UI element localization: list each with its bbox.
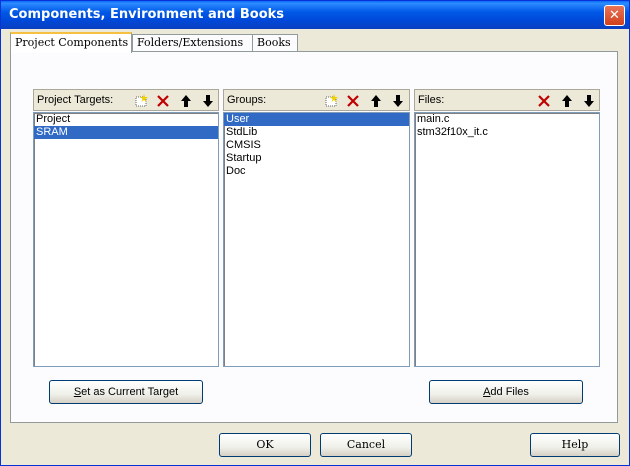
cancel-button[interactable]: Cancel (320, 433, 412, 457)
help-button[interactable]: Help (530, 433, 620, 457)
ok-button[interactable]: OK (219, 433, 311, 457)
close-button[interactable]: ✕ (604, 5, 625, 26)
targets-list[interactable]: Project SRAM (33, 112, 219, 367)
move-up-target-button[interactable] (175, 91, 196, 111)
files-label: Files: (418, 94, 445, 106)
new-icon (325, 94, 338, 107)
groups-label: Groups: (227, 94, 267, 106)
list-item-cmsis[interactable]: CMSIS (224, 139, 409, 152)
move-up-icon (561, 95, 572, 107)
targets-header: Project Targets: (33, 89, 219, 111)
list-item-startup[interactable]: Startup (224, 152, 409, 165)
tab-folders-extensions[interactable]: Folders/Extensions (132, 34, 254, 51)
move-down-target-button[interactable] (197, 91, 218, 111)
move-up-icon (370, 95, 381, 107)
move-down-icon (392, 95, 403, 107)
dialog-window: Components, Environment and Books ✕ Proj… (0, 0, 630, 466)
window-title: Components, Environment and Books (9, 7, 285, 22)
list-item-project[interactable]: Project (34, 113, 218, 126)
move-down-group-button[interactable] (387, 91, 408, 111)
move-up-group-button[interactable] (365, 91, 386, 111)
files-header: Files: (414, 89, 600, 111)
delete-icon (537, 95, 550, 107)
list-item-sram[interactable]: SRAM (34, 126, 218, 139)
move-up-file-button[interactable] (556, 91, 577, 111)
targets-label: Project Targets: (37, 94, 114, 106)
title-bar[interactable]: Components, Environment and Books ✕ (1, 1, 629, 29)
move-up-icon (180, 95, 191, 107)
set-current-target-button[interactable]: Set as Current Target (49, 380, 203, 404)
close-icon: ✕ (609, 8, 620, 23)
list-item-doc[interactable]: Doc (224, 165, 409, 178)
set-target-label: et as Current Target (81, 386, 179, 398)
delete-icon (156, 95, 169, 107)
delete-icon (346, 95, 359, 107)
delete-file-button[interactable] (533, 91, 554, 111)
new-target-button[interactable] (130, 91, 151, 111)
move-down-icon (583, 95, 594, 107)
list-item-main-c[interactable]: main.c (415, 113, 599, 126)
list-item-stm32f10x-it-c[interactable]: stm32f10x_it.c (415, 126, 599, 139)
files-list[interactable]: main.c stm32f10x_it.c (414, 112, 600, 367)
tab-project-components[interactable]: Project Components (10, 32, 132, 53)
add-files-label: dd Files (490, 386, 529, 398)
new-group-button[interactable] (320, 91, 341, 111)
delete-target-button[interactable] (152, 91, 173, 111)
move-down-file-button[interactable] (578, 91, 599, 111)
groups-header: Groups: (223, 89, 410, 111)
groups-list[interactable]: User StdLib CMSIS Startup Doc (223, 112, 410, 367)
list-item-user[interactable]: User (224, 113, 409, 126)
tab-books[interactable]: Books (252, 34, 298, 51)
new-icon (135, 94, 148, 107)
move-down-icon (202, 95, 213, 107)
delete-group-button[interactable] (342, 91, 363, 111)
add-files-button[interactable]: Add Files (429, 380, 583, 404)
list-item-stdlib[interactable]: StdLib (224, 126, 409, 139)
